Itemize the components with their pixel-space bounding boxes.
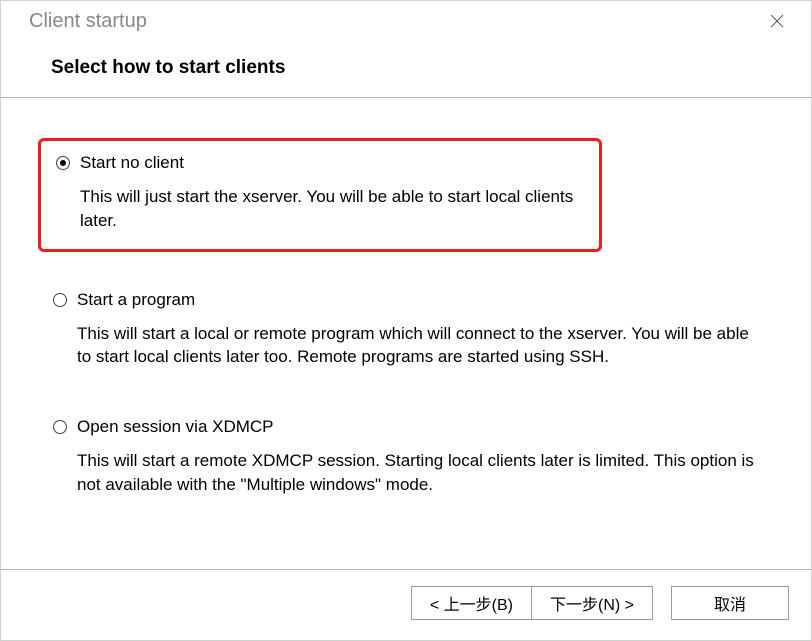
page-heading: Select how to start clients xyxy=(51,57,761,79)
radio-start-program[interactable] xyxy=(53,293,67,307)
option-head: Start a program xyxy=(53,290,759,310)
close-icon xyxy=(770,14,784,28)
back-button[interactable]: < 上一步(B) xyxy=(411,586,531,620)
close-button[interactable] xyxy=(757,6,797,36)
dialog-window: Client startup Select how to start clien… xyxy=(0,0,812,641)
option-description: This will start a remote XDMCP session. … xyxy=(77,449,757,497)
content-area: Select how to start clients Start no cli… xyxy=(1,41,811,569)
header-row: Select how to start clients xyxy=(1,41,811,98)
option-start-program: Start a program This will start a local … xyxy=(41,282,771,380)
option-label[interactable]: Open session via XDMCP xyxy=(77,417,274,437)
option-description: This will just start the xserver. You wi… xyxy=(80,185,584,233)
next-button[interactable]: 下一步(N) > xyxy=(531,586,653,620)
footer: < 上一步(B) 下一步(N) > 取消 xyxy=(1,569,811,640)
option-label[interactable]: Start no client xyxy=(80,153,184,173)
window-title: Client startup xyxy=(29,10,147,33)
cancel-button[interactable]: 取消 xyxy=(671,586,789,620)
option-label[interactable]: Start a program xyxy=(77,290,195,310)
option-open-xdmcp: Open session via XDMCP This will start a… xyxy=(41,409,771,507)
options-area: Start no client This will just start the… xyxy=(1,98,811,557)
titlebar: Client startup xyxy=(1,1,811,41)
radio-open-xdmcp[interactable] xyxy=(53,420,67,434)
option-description: This will start a local or remote progra… xyxy=(77,322,757,370)
radio-dot-icon xyxy=(60,160,66,166)
option-head: Start no client xyxy=(56,153,584,173)
option-head: Open session via XDMCP xyxy=(53,417,759,437)
radio-start-no-client[interactable] xyxy=(56,156,70,170)
option-start-no-client: Start no client This will just start the… xyxy=(38,138,602,252)
